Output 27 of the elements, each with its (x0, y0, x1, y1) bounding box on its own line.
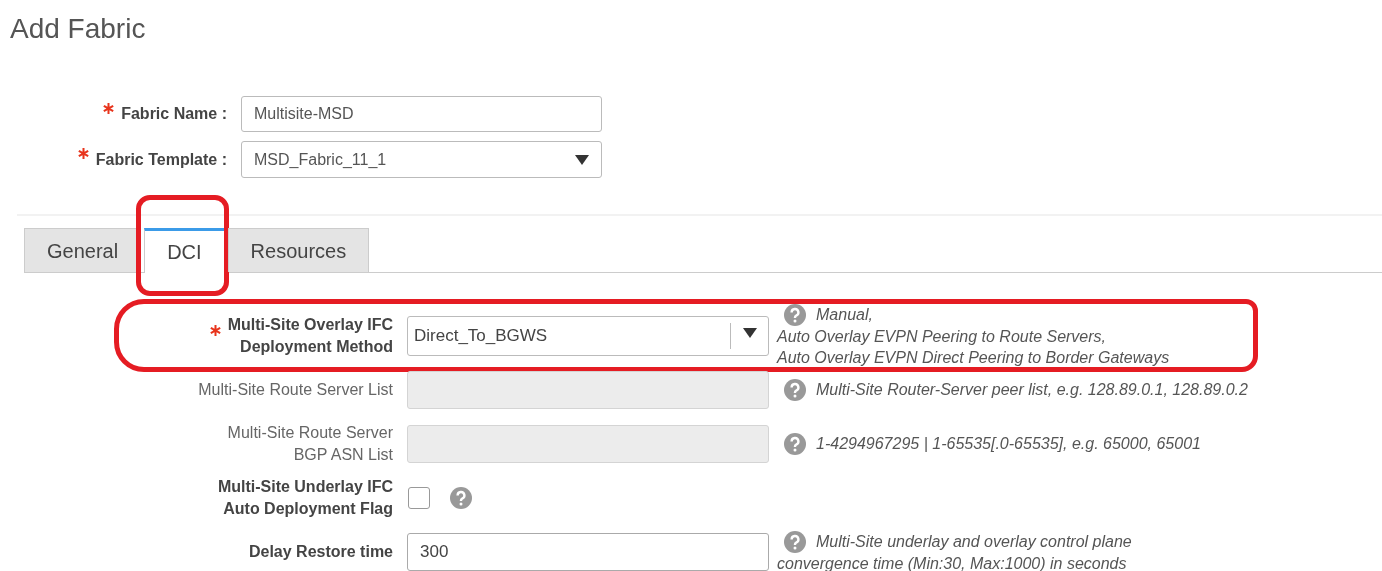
field-label: Multi-Site Route Server List (198, 380, 393, 400)
help-text: Multi-Site underlay and overlay control plane (816, 531, 1132, 552)
checkbox[interactable] (408, 487, 430, 509)
field-label: Fabric Template : (95, 149, 227, 170)
help-icon[interactable] (784, 530, 806, 553)
field-label: Multi-Site Underlay IFC Auto Deployment Flag (217, 477, 393, 519)
template-select[interactable]: MSD_Fabric_11_1 (241, 141, 602, 178)
help-text: Manual, (816, 305, 873, 325)
help-text: Multi-Site Router-Server peer list, e.g. 128.89.0.1, 128.89.0.2 (816, 380, 1248, 400)
caret-icon (742, 328, 757, 338)
help-text: Auto Overlay EVPN Peering to Route Servers, (777, 327, 1108, 347)
help-icon[interactable] (784, 304, 806, 326)
tab[interactable]: Resources (227, 228, 370, 272)
caret-icon (575, 154, 589, 165)
name-input[interactable]: Multisite-MSD (241, 96, 602, 132)
help-text: convergence time (Min:30, Max:1000) in seconds (777, 553, 1128, 571)
method-select[interactable]: Direct_To_BGWS (407, 316, 769, 356)
help-icon[interactable] (450, 487, 472, 509)
help-text: Auto Overlay EVPN Direct Peering to Border Gateways (777, 348, 1170, 368)
field-label: Multi-Site Route Server BGP ASN List (227, 423, 393, 465)
field-label: Multi-Site Overlay IFC Deployment Method (227, 315, 393, 357)
field-label: Delay Restore time (248, 542, 393, 562)
field-label: Fabric Name : (121, 104, 227, 124)
page-title: Add Fabric (10, 12, 146, 46)
text-input[interactable]: 300 (407, 533, 769, 571)
help-text: 1-4294967295 | 1-65535[.0-65535], e.g. 65000, 65001 (816, 434, 1201, 454)
tab[interactable]: DCI (144, 228, 225, 273)
